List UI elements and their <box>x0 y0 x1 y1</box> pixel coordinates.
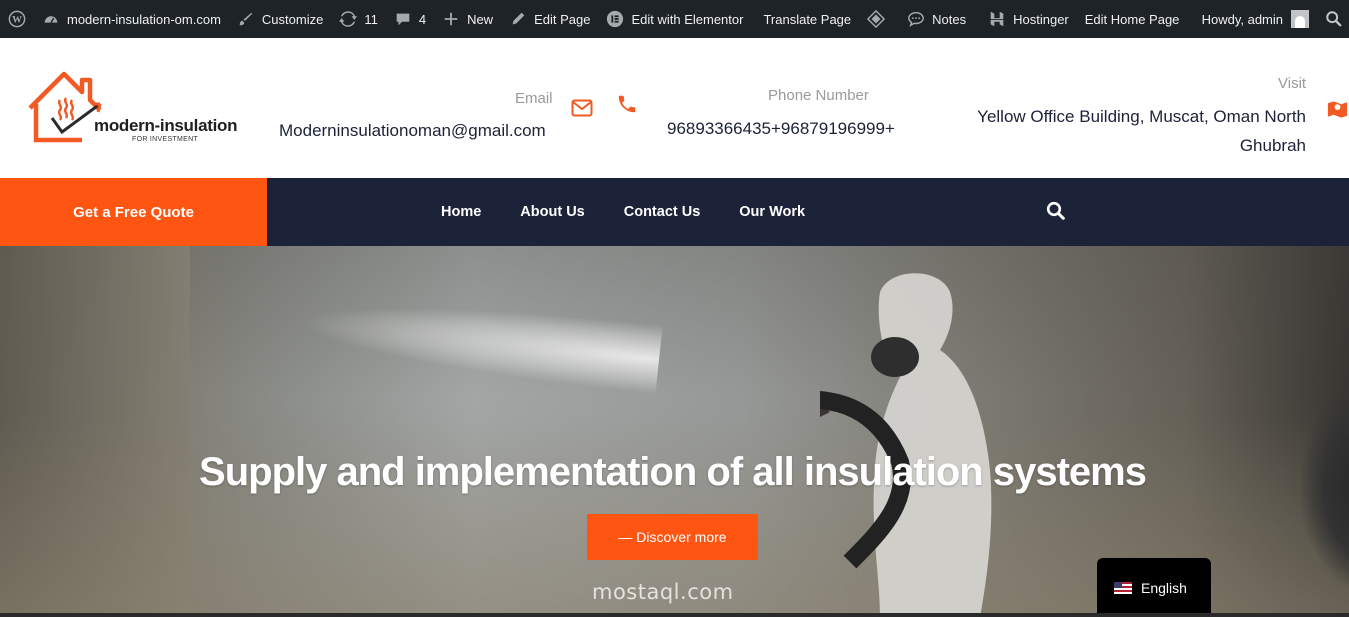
main-navbar: Get a Free Quote Home About Us Contact U… <box>0 178 1349 246</box>
elementor-icon <box>606 10 624 28</box>
edit-page-link[interactable]: Edit Page <box>501 0 598 38</box>
get-free-quote-button[interactable]: Get a Free Quote <box>0 178 267 246</box>
diamond-menu-button[interactable] <box>859 0 893 38</box>
edit-home-label: Edit Home Page <box>1084 11 1180 27</box>
wp-admin-bar: W modern-insulation-om.com Customize 11 … <box>0 0 1349 38</box>
nav-contact-us[interactable]: Contact Us <box>624 204 701 220</box>
search-icon <box>1325 10 1343 28</box>
nav-home[interactable]: Home <box>441 204 481 220</box>
new-content-link[interactable]: New <box>434 0 501 38</box>
email-label: Email <box>515 90 553 107</box>
language-switcher[interactable]: English <box>1097 558 1211 617</box>
avatar <box>1291 10 1309 28</box>
site-name-link[interactable]: modern-insulation-om.com <box>34 0 229 38</box>
translate-page-link[interactable]: Translate Page <box>751 0 859 38</box>
edit-home-link[interactable]: Edit Home Page <box>1077 0 1188 38</box>
logo-name: modern-insulation <box>94 116 238 135</box>
map-marker-icon <box>1326 98 1349 120</box>
email-value[interactable]: Moderninsulationoman@gmail.com <box>279 121 546 141</box>
edit-page-label: Edit Page <box>534 11 591 27</box>
site-name-label: modern-insulation-om.com <box>67 11 221 27</box>
comment-icon <box>394 10 412 28</box>
new-label: New <box>467 11 494 27</box>
wordpress-icon: W <box>8 10 26 28</box>
howdy-label: Howdy, admin <box>1201 11 1283 27</box>
hero-section: Supply and implementation of all insulat… <box>0 246 1349 617</box>
admin-search-button[interactable] <box>1317 0 1349 38</box>
visit-address-line1: Yellow Office Building, Muscat, Oman Nor… <box>977 107 1306 126</box>
nav-about-us[interactable]: About Us <box>520 204 584 220</box>
updates-link[interactable]: 11 <box>331 0 386 38</box>
watermark-text: mostaql.com <box>592 580 734 604</box>
envelope-icon <box>571 99 593 117</box>
discover-more-button[interactable]: — Discover more <box>587 514 758 560</box>
edit-elementor-label: Edit with Elementor <box>631 11 744 27</box>
site-search-button[interactable] <box>1046 201 1066 221</box>
brush-icon <box>237 10 255 28</box>
translate-page-label: Translate Page <box>763 11 852 27</box>
search-icon <box>1046 201 1065 220</box>
account-menu[interactable]: Howdy, admin <box>1194 0 1317 38</box>
dashboard-icon <box>42 10 60 28</box>
main-menu: Home About Us Contact Us Our Work <box>441 178 844 246</box>
comments-count: 4 <box>418 11 427 27</box>
hero-spray-mist <box>297 287 663 395</box>
site-header: modern-insulation FOR INVESTMENT Email M… <box>0 38 1349 178</box>
hostinger-icon <box>988 10 1006 28</box>
phone-label: Phone Number <box>768 87 869 104</box>
updates-icon <box>339 10 358 28</box>
bottom-strip <box>0 613 1349 617</box>
hero-worker-image <box>820 273 992 617</box>
house-logo-icon <box>28 71 102 143</box>
visit-label: Visit <box>1278 75 1307 92</box>
svg-text:W: W <box>12 15 22 26</box>
notes-link[interactable]: Notes <box>893 0 974 38</box>
comments-link[interactable]: 4 <box>386 0 434 38</box>
hostinger-label: Hostinger <box>1013 11 1069 27</box>
customize-link[interactable]: Customize <box>229 0 331 38</box>
diamond-icon <box>867 10 886 28</box>
visit-address-line2: Ghubrah <box>1239 136 1306 155</box>
logo-tagline: FOR INVESTMENT <box>132 136 199 143</box>
chat-bubble-icon <box>907 10 925 28</box>
plus-icon <box>442 10 460 28</box>
updates-count: 11 <box>364 11 378 27</box>
hero-title: Supply and implementation of all insulat… <box>199 450 1147 494</box>
phone-value[interactable]: 96893366435+96879196999+ <box>667 119 895 139</box>
nav-our-work[interactable]: Our Work <box>739 204 805 220</box>
edit-elementor-link[interactable]: Edit with Elementor <box>598 0 751 38</box>
customize-label: Customize <box>261 11 324 27</box>
wordpress-logo-button[interactable]: W <box>0 0 34 38</box>
hostinger-link[interactable]: Hostinger <box>974 0 1077 38</box>
pencil-icon <box>509 10 527 28</box>
us-flag-icon <box>1114 581 1132 594</box>
phone-icon <box>616 93 638 115</box>
language-label: English <box>1141 579 1187 596</box>
notes-label: Notes <box>932 11 967 27</box>
